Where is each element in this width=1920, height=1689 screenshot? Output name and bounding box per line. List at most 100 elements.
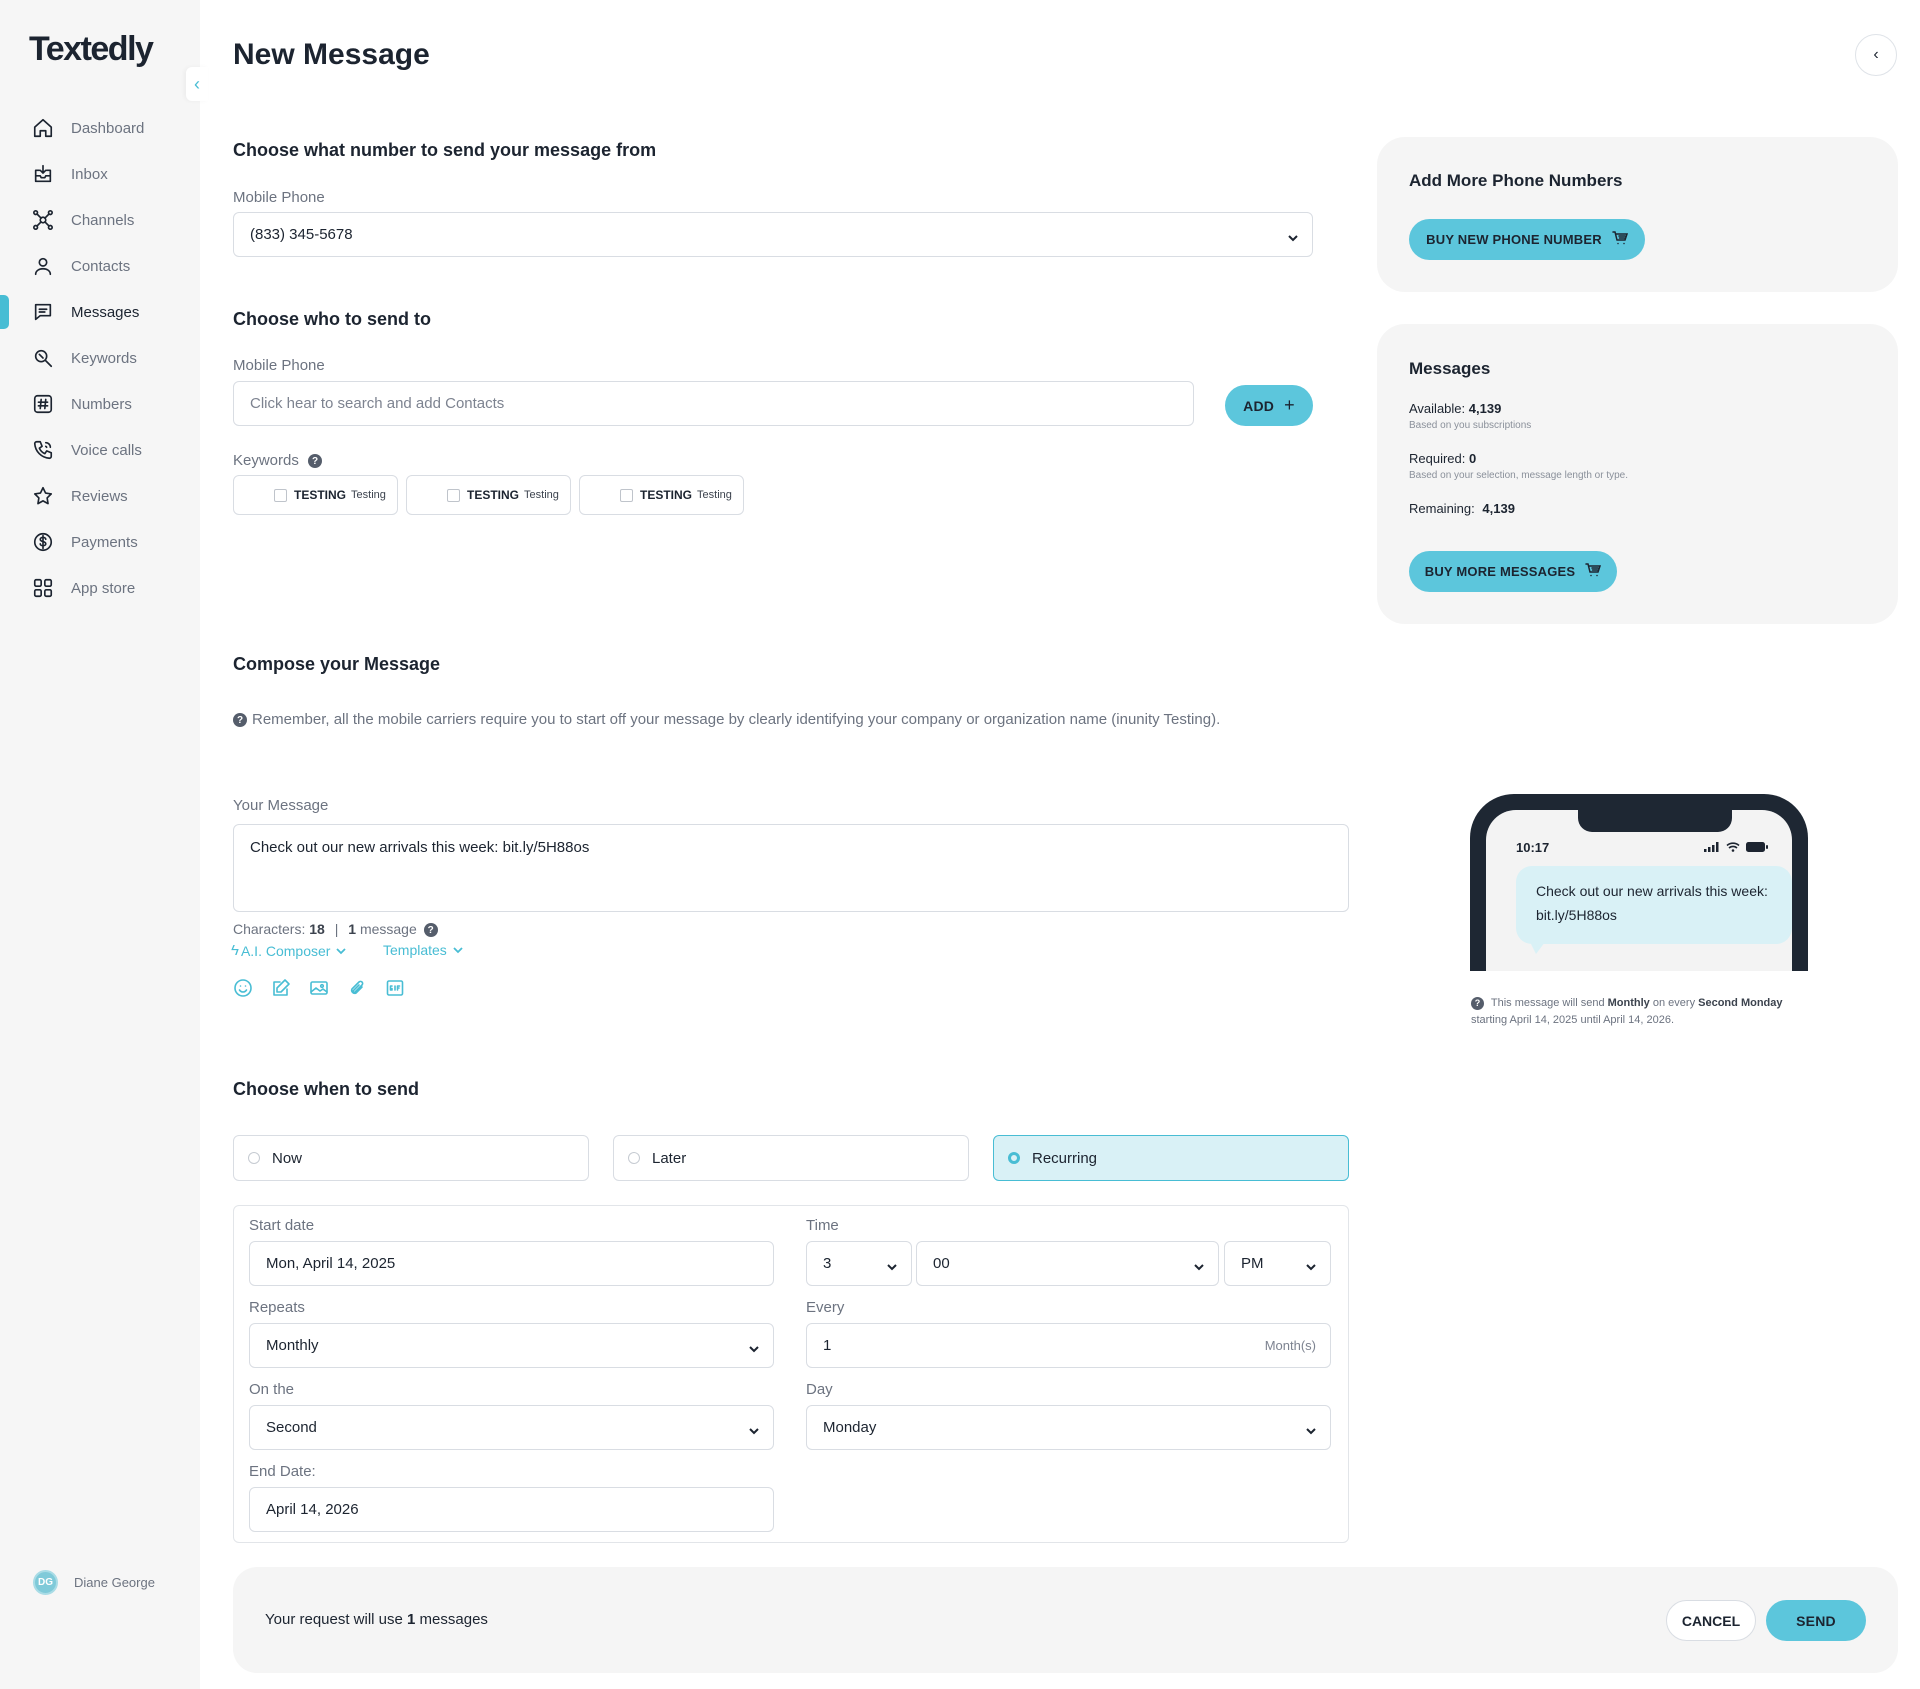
schedule-section-title: Choose when to send: [233, 1079, 420, 1099]
contact-search-input[interactable]: Click hear to search and add Contacts: [233, 381, 1194, 426]
start-date-input[interactable]: Mon, April 14, 2025: [249, 1241, 774, 1286]
sidebar-item-label: Voice calls: [71, 441, 142, 459]
help-icon[interactable]: ?: [423, 923, 438, 938]
keyword-icon: [32, 347, 54, 369]
to-field-label: Mobile Phone: [233, 357, 325, 374]
cart-icon: [1585, 563, 1602, 580]
sidebar-item-app-store[interactable]: App store: [0, 565, 200, 611]
chevron-down-icon: [1194, 1259, 1204, 1270]
carrier-note: ? Remember, all the mobile carriers requi…: [233, 711, 1220, 728]
avatar: DG: [33, 1570, 58, 1595]
ai-composer-dropdown[interactable]: ϟ A.I. Composer: [231, 942, 347, 959]
plus-icon: +: [1284, 395, 1295, 415]
counter-separator: |: [334, 921, 339, 937]
hour-select[interactable]: 3: [806, 1241, 912, 1286]
ampm-select[interactable]: PM: [1224, 1241, 1331, 1286]
remaining-row: Remaining: 4,139: [1409, 501, 1515, 516]
sidebar-item-label: Messages: [71, 303, 140, 321]
on-the-label: On the: [249, 1381, 295, 1398]
schedule-summary: ? This message will send Monthly on ever…: [1471, 995, 1801, 1029]
phone-notch: [1578, 810, 1732, 832]
day-select[interactable]: Monday: [806, 1405, 1331, 1450]
buy-phone-number-button[interactable]: BUY NEW PHONE NUMBER: [1409, 219, 1645, 260]
summary-text: starting April 14, 2025 until April 14, …: [1471, 1014, 1675, 1026]
keywords-label-text: Keywords: [233, 452, 299, 469]
sidebar-item-contacts[interactable]: Contacts: [0, 243, 200, 289]
from-number-select[interactable]: (833) 345-5678: [233, 212, 1313, 257]
bubble-tail: [1528, 938, 1548, 954]
radio-button[interactable]: [248, 1152, 260, 1164]
send-button[interactable]: SEND: [1766, 1600, 1866, 1641]
keyword-chip[interactable]: TESTING Testing: [579, 475, 744, 515]
sidebar-item-reviews[interactable]: Reviews: [0, 473, 200, 519]
sidebar-item-voice-calls[interactable]: Voice calls: [0, 427, 200, 473]
templates-label: Templates: [383, 942, 447, 958]
sidebar-item-channels[interactable]: Channels: [0, 197, 200, 243]
help-icon[interactable]: ?: [308, 454, 323, 469]
app-logo[interactable]: Textedly: [29, 30, 154, 69]
request-text: messages: [419, 1611, 488, 1628]
on-the-select[interactable]: Second: [249, 1405, 774, 1450]
cart-icon: [1612, 231, 1628, 248]
home-icon: [32, 117, 54, 139]
repeats-label: Repeats: [249, 1299, 305, 1316]
keyword-chip[interactable]: TESTING Testing: [406, 475, 571, 515]
sidebar-item-label: Payments: [71, 533, 138, 551]
sidebar-item-payments[interactable]: Payments: [0, 519, 200, 565]
end-date-input[interactable]: April 14, 2026: [249, 1487, 774, 1532]
keyword-chip[interactable]: TESTING Testing: [233, 475, 398, 515]
buy-messages-button[interactable]: BUY MORE MESSAGES: [1409, 551, 1617, 592]
gif-icon[interactable]: [385, 978, 405, 998]
sidebar-collapse-button[interactable]: ‹: [186, 67, 208, 101]
user-profile[interactable]: DG Diane George: [33, 1570, 155, 1595]
add-contact-button[interactable]: ADD +: [1225, 385, 1313, 426]
repeats-select[interactable]: Monthly: [249, 1323, 774, 1368]
every-input[interactable]: 1 Month(s): [806, 1323, 1331, 1368]
sidebar-item-numbers[interactable]: Numbers: [0, 381, 200, 427]
radio-button[interactable]: [1008, 1152, 1020, 1164]
schedule-option-recurring[interactable]: Recurring: [993, 1135, 1349, 1181]
carrier-note-text: Remember, all the mobile carriers requir…: [252, 711, 1221, 728]
phone-icon: [32, 439, 54, 461]
from-number-value: (833) 345-5678: [250, 226, 353, 243]
message-count: 1: [348, 921, 357, 937]
sidebar-item-label: Channels: [71, 211, 135, 229]
schedule-option-now[interactable]: Now: [233, 1135, 589, 1181]
cancel-button[interactable]: CANCEL: [1666, 1600, 1756, 1641]
user-name: Diane George: [74, 1575, 155, 1590]
user-icon: [32, 255, 54, 277]
buy-messages-label: BUY MORE MESSAGES: [1424, 564, 1576, 579]
sidebar-item-inbox[interactable]: Inbox: [0, 151, 200, 197]
keyword-name: TESTING: [294, 488, 347, 502]
signal-icon: [1704, 842, 1719, 852]
schedule-option-later[interactable]: Later: [613, 1135, 969, 1181]
dollar-icon: [32, 531, 54, 553]
radio-button[interactable]: [628, 1152, 640, 1164]
image-icon[interactable]: [309, 978, 329, 998]
emoji-icon[interactable]: [233, 978, 253, 998]
sidebar-item-messages[interactable]: Messages: [0, 289, 200, 335]
compose-section-title: Compose your Message: [233, 654, 441, 674]
sidebar-item-dashboard[interactable]: Dashboard: [0, 105, 200, 151]
request-summary: Your request will use 1 messages: [265, 1611, 488, 1628]
panel-collapse-button[interactable]: ‹: [1855, 34, 1897, 76]
minute-select[interactable]: 00: [916, 1241, 1219, 1286]
keyword-checkbox[interactable]: [620, 488, 633, 502]
available-label: Available:: [1409, 401, 1466, 416]
message-textarea[interactable]: Check out our new arrivals this week: bi…: [233, 824, 1349, 912]
required-row: Required: 0: [1409, 451, 1476, 466]
sidebar-item-keywords[interactable]: Keywords: [0, 335, 200, 381]
keyword-checkbox[interactable]: [274, 488, 287, 502]
repeats-value: Monthly: [266, 1337, 319, 1354]
edit-icon[interactable]: [271, 978, 291, 998]
templates-dropdown[interactable]: Templates: [383, 942, 463, 958]
keyword-checkbox[interactable]: [447, 488, 460, 502]
attachment-icon[interactable]: [347, 978, 367, 998]
sidebar-item-label: Reviews: [71, 487, 128, 505]
phone-numbers-panel-title: Add More Phone Numbers: [1409, 171, 1623, 190]
phone-status-icons: [1704, 842, 1768, 852]
chevron-down-icon: [1306, 1259, 1316, 1270]
to-section-title: Choose who to send to: [233, 309, 431, 329]
required-value: 0: [1469, 451, 1477, 466]
keyword-sub: Testing: [351, 489, 386, 501]
